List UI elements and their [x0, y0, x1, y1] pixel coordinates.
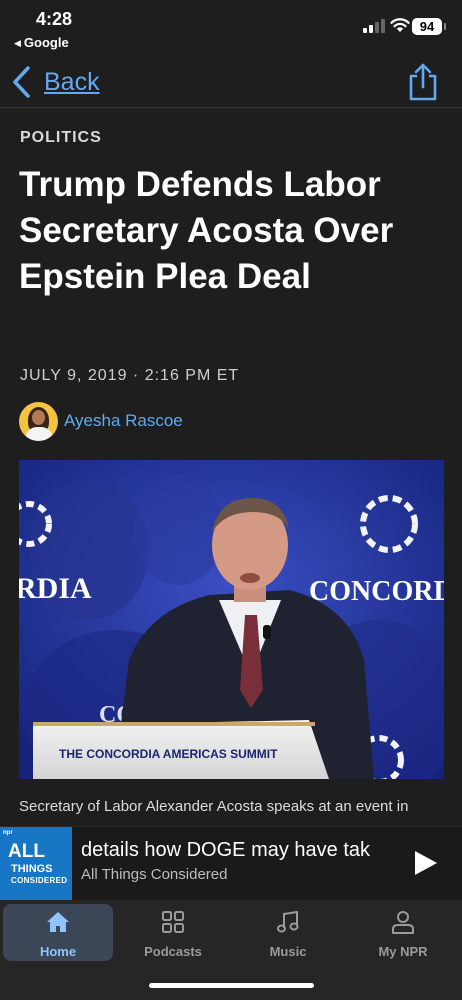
share-icon[interactable]: [406, 62, 440, 102]
npr-logo-text: npr: [3, 830, 13, 836]
show-art-things: THINGS: [11, 863, 53, 875]
back-button-label: Back: [44, 67, 100, 96]
show-art-all: ALL: [8, 841, 45, 862]
chevron-left-icon: [13, 66, 30, 98]
navigation-bar: Back: [0, 56, 462, 108]
back-button[interactable]: Back: [10, 62, 100, 102]
photo-backdrop-text-right: CONCORD: [309, 576, 444, 607]
article-dateline: JULY 9, 2019 · 2:16 PM ET: [20, 367, 240, 384]
tab-my-npr[interactable]: My NPR: [348, 904, 458, 961]
back-triangle-icon: ◀: [14, 38, 21, 48]
tab-podcasts-label: Podcasts: [144, 944, 202, 959]
music-note-icon: [277, 910, 299, 933]
play-icon[interactable]: [410, 848, 440, 878]
battery-indicator: 94: [412, 18, 446, 35]
home-indicator[interactable]: [149, 983, 314, 988]
status-time: 4:28: [36, 9, 73, 29]
podium-sign-text: THE CONCORDIA AMERICAS SUMMIT: [59, 747, 278, 761]
now-playing-program: All Things Considered: [81, 866, 228, 883]
byline: Ayesha Rascoe: [19, 401, 183, 441]
back-to-app-link[interactable]: ◀ Google: [14, 35, 69, 50]
wifi-icon: [390, 18, 410, 32]
person-icon: [392, 911, 414, 934]
article-photo[interactable]: RDIA CONCORD CO THE CONCORDIA AMERICAS S…: [19, 460, 444, 779]
mini-player[interactable]: npr ALL THINGS CONSIDERED details how DO…: [0, 826, 462, 901]
tab-my-npr-label: My NPR: [378, 944, 428, 959]
back-app-label: Google: [23, 35, 69, 50]
now-playing-title[interactable]: details how DOGE may have tak: [81, 839, 407, 862]
tab-home-label: Home: [39, 944, 77, 959]
tab-home[interactable]: Home: [3, 904, 113, 961]
photo-backdrop-text-left: RDIA: [19, 572, 92, 605]
tab-podcasts[interactable]: Podcasts: [118, 904, 228, 961]
tab-music[interactable]: Music: [233, 904, 343, 961]
author-name-link[interactable]: Ayesha Rascoe: [64, 411, 183, 431]
tab-music-label: Music: [269, 944, 307, 959]
section-kicker[interactable]: POLITICS: [20, 129, 102, 147]
author-avatar[interactable]: [19, 401, 58, 441]
article-headline: Trump Defends Labor Secretary Acosta Ove…: [19, 165, 394, 296]
podcasts-grid-icon: [162, 911, 184, 933]
show-art-considered: CONSIDERED: [11, 876, 68, 885]
show-artwork[interactable]: npr ALL THINGS CONSIDERED: [0, 827, 72, 901]
cellular-signal-icon: [363, 19, 385, 33]
status-bar: 4:28 ◀ Google 94: [0, 0, 462, 56]
home-icon: [47, 912, 69, 932]
